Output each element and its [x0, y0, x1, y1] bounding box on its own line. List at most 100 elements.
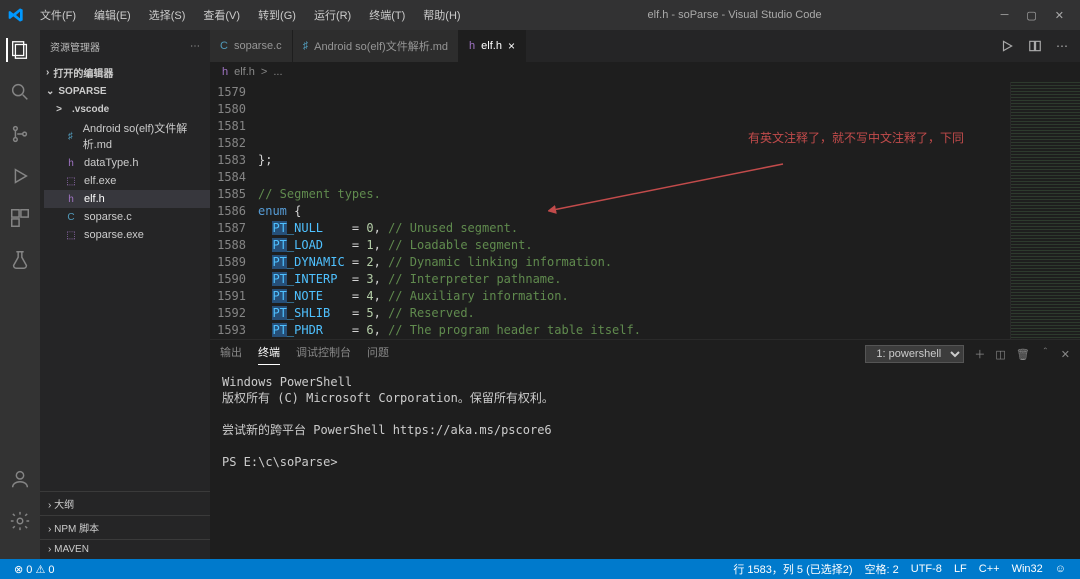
menu-item[interactable]: 查看(V) — [195, 3, 248, 27]
status-item[interactable]: C++ — [973, 561, 1006, 577]
more-icon[interactable]: ⋯ — [190, 41, 200, 52]
menu-item[interactable]: 终端(T) — [361, 3, 413, 27]
tab-label: Android so(elf)文件解析.md — [314, 38, 448, 54]
menu-item[interactable]: 编辑(E) — [86, 3, 139, 27]
code-content[interactable]: 有英文注释了，就不写中文注释了，下同 };// Segment types.en… — [258, 82, 1010, 339]
status-item[interactable]: 行 1583，列 5 (已选择2) — [727, 561, 858, 577]
editor-body[interactable]: 1579158015811582158315841585158615871588… — [210, 82, 1080, 339]
status-item[interactable]: Win32 — [1006, 561, 1049, 577]
run-debug-icon[interactable] — [8, 164, 32, 188]
file-label: elf.exe — [84, 175, 116, 187]
tree-item[interactable]: Csoparse.c — [44, 208, 210, 226]
menu-item[interactable]: 选择(S) — [141, 3, 194, 27]
sidebar-section[interactable]: › 大纲 — [40, 491, 210, 515]
vscode-logo-icon — [8, 7, 24, 23]
activity-bar — [0, 30, 40, 559]
status-item[interactable]: LF — [948, 561, 973, 577]
tree-item[interactable]: h elf.h — [44, 190, 210, 208]
status-item[interactable]: ⊗ 0 ⚠ 0 — [8, 563, 60, 576]
line-gutter: 1579158015811582158315841585158615871588… — [210, 82, 258, 339]
sidebar-section[interactable]: › MAVEN — [40, 539, 210, 559]
source-control-icon[interactable] — [8, 122, 32, 146]
file-icon: h — [222, 66, 228, 78]
status-item[interactable]: ☺ — [1049, 561, 1072, 577]
panel-tab[interactable]: 输出 — [220, 344, 242, 365]
minimize-icon[interactable]: ─ — [1001, 9, 1009, 22]
breadcrumb-file: elf.h — [234, 66, 255, 78]
kill-terminal-icon[interactable]: 🗑 — [1016, 348, 1030, 361]
file-icon: h — [64, 156, 78, 170]
status-item[interactable]: 空格: 2 — [859, 561, 905, 577]
sidebar-section[interactable]: › NPM 脚本 — [40, 515, 210, 539]
editor-tab[interactable]: ♯ Android so(elf)文件解析.md — [293, 30, 459, 62]
explorer-sidebar: 资源管理器 ⋯ ›打开的编辑器 ⌄SOPARSE >.vscode ♯ Androi… — [40, 30, 210, 559]
search-icon[interactable] — [8, 80, 32, 104]
file-icon: ♯ — [303, 40, 309, 52]
more-actions-icon[interactable]: ⋯ — [1056, 39, 1068, 53]
menu-item[interactable]: 转到(G) — [250, 3, 304, 27]
terminal-output[interactable]: Windows PowerShell 版权所有 (C) Microsoft Co… — [210, 368, 1080, 559]
terminal-panel: 输出终端调试控制台问题 1: powershell ＋ ◫ 🗑 ＾ ✕ Wind… — [210, 339, 1080, 559]
menu-item[interactable]: 运行(R) — [306, 3, 359, 27]
panel-tab[interactable]: 终端 — [258, 344, 280, 365]
arrow-icon — [548, 162, 788, 222]
file-label: Android so(elf)文件解析.md — [83, 120, 204, 152]
chevron-down-icon: ⌄ — [46, 86, 54, 97]
minimap[interactable] — [1010, 82, 1080, 339]
file-label: elf.h — [84, 193, 105, 205]
file-label: soparse.exe — [84, 229, 144, 241]
settings-gear-icon[interactable] — [8, 509, 32, 533]
account-icon[interactable] — [8, 467, 32, 491]
file-icon: C — [64, 210, 78, 224]
file-icon: ⬚ — [64, 174, 78, 188]
editor-tabs: Csoparse.c ♯ Android so(elf)文件解析.md h elf.h ×… — [210, 30, 1080, 62]
window-title: elf.h - soParse - Visual Studio Code — [469, 9, 1001, 21]
close-panel-icon[interactable]: ✕ — [1061, 348, 1070, 361]
editor-tab[interactable]: Csoparse.c — [210, 30, 293, 62]
close-tab-icon[interactable]: × — [508, 39, 515, 53]
panel-tab[interactable]: 问题 — [367, 344, 389, 365]
file-icon: ⬚ — [64, 228, 78, 242]
new-terminal-icon[interactable]: ＋ — [974, 346, 985, 362]
tree-item[interactable]: ⬚ elf.exe — [44, 172, 210, 190]
explorer-icon[interactable] — [6, 38, 32, 62]
panel-tabs: 输出终端调试控制台问题 1: powershell ＋ ◫ 🗑 ＾ ✕ — [210, 340, 1080, 368]
tab-label: soparse.c — [234, 40, 282, 52]
tab-label: elf.h — [481, 40, 502, 52]
editor-tab[interactable]: h elf.h × — [459, 30, 526, 62]
status-item[interactable]: UTF-8 — [905, 561, 948, 577]
menu-item[interactable]: 文件(F) — [32, 3, 84, 27]
panel-tab[interactable]: 调试控制台 — [296, 344, 351, 365]
title-bar: 文件(F)编辑(E)选择(S)查看(V)转到(G)运行(R)终端(T)帮助(H)… — [0, 0, 1080, 30]
breadcrumb-more: ... — [273, 66, 282, 78]
editor-area: Csoparse.c ♯ Android so(elf)文件解析.md h elf.h ×… — [210, 30, 1080, 559]
testing-icon[interactable] — [8, 248, 32, 272]
terminal-selector[interactable]: 1: powershell — [865, 345, 964, 363]
extensions-icon[interactable] — [8, 206, 32, 230]
tree-item[interactable]: ⬚ soparse.exe — [44, 226, 210, 244]
menu-item[interactable]: 帮助(H) — [415, 3, 468, 27]
project-section[interactable]: ⌄SOPARSE — [40, 83, 210, 100]
close-icon[interactable]: ✕ — [1055, 9, 1064, 22]
split-editor-icon[interactable] — [1028, 39, 1042, 53]
maximize-panel-icon[interactable]: ＾ — [1040, 346, 1051, 362]
tree-item[interactable]: h dataType.h — [44, 154, 210, 172]
window-controls: ─ ▢ ✕ — [1001, 9, 1072, 22]
maximize-icon[interactable]: ▢ — [1026, 9, 1036, 22]
run-icon[interactable] — [1000, 39, 1014, 53]
tree-item[interactable]: ♯ Android so(elf)文件解析.md — [44, 118, 210, 154]
file-label: soparse.c — [84, 211, 132, 223]
file-icon: h — [64, 192, 78, 206]
breadcrumb-sep-icon: > — [261, 66, 267, 78]
open-editors-section[interactable]: ›打开的编辑器 — [40, 62, 210, 83]
file-tree: >.vscode ♯ Android so(elf)文件解析.md h dataType… — [40, 100, 210, 244]
breadcrumb[interactable]: h elf.h > ... — [210, 62, 1080, 82]
file-icon: > — [52, 102, 66, 116]
sidebar-title: 资源管理器 — [50, 39, 100, 54]
file-label: dataType.h — [84, 157, 138, 169]
split-terminal-icon[interactable]: ◫ — [995, 348, 1005, 361]
chevron-right-icon: › — [46, 67, 49, 78]
file-icon: ♯ — [64, 129, 77, 143]
tree-item[interactable]: >.vscode — [44, 100, 210, 118]
file-icon: h — [469, 40, 475, 52]
